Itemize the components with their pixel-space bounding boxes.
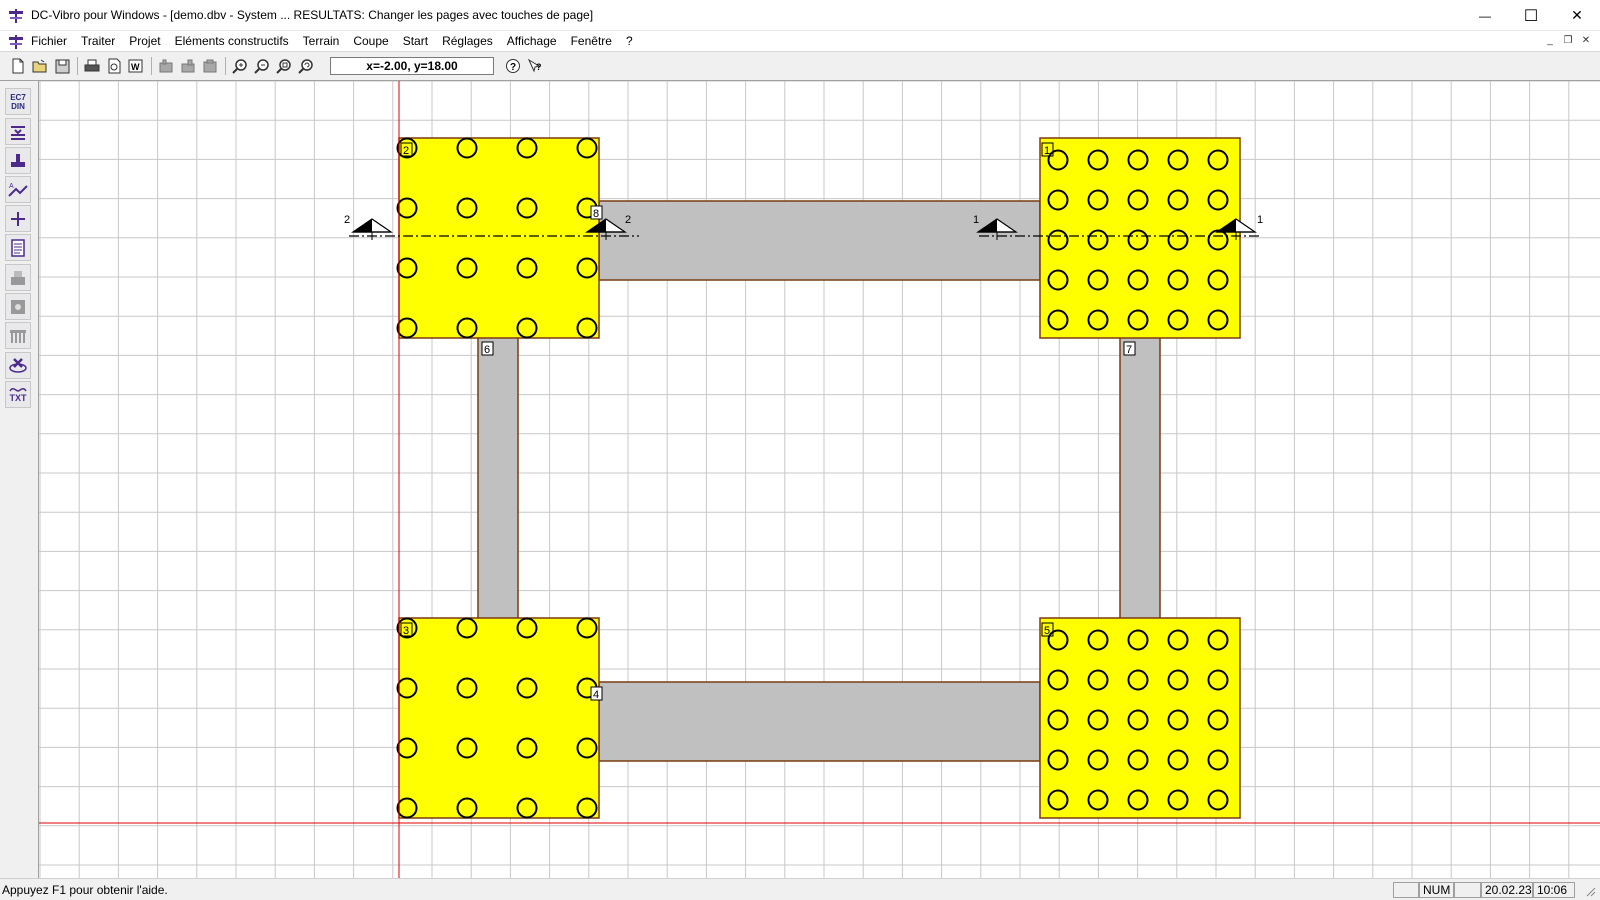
plan-view[interactable]: 1 2 3 5 8 4 6 7 2 2 1 1 (39, 81, 1600, 878)
print-preview-icon[interactable] (104, 57, 124, 75)
pile-grid-icon[interactable] (5, 322, 31, 349)
menu-affichage[interactable]: Affichage (500, 31, 564, 52)
export-word-icon[interactable]: W (126, 57, 146, 75)
section-icon[interactable]: A (5, 176, 31, 203)
document-icon[interactable] (8, 34, 24, 50)
open-file-icon[interactable] (30, 57, 50, 75)
foundation-1[interactable] (1039, 137, 1241, 339)
ec7-label: EC7 (10, 92, 26, 102)
text-tool-button[interactable]: TXT (5, 381, 31, 408)
main-toolbar: W x=-2.00, y=18.00 ? ? (0, 52, 1600, 81)
coordinate-display: x=-2.00, y=18.00 (330, 57, 494, 75)
zoom-in-icon[interactable] (230, 57, 250, 75)
zoom-out-icon[interactable] (252, 57, 272, 75)
section-label-left-2: 2 (344, 214, 350, 226)
beam-8[interactable] (598, 200, 1041, 281)
foundation-2[interactable] (398, 137, 600, 339)
menu-fichier[interactable]: Fichier (24, 31, 74, 52)
section-label-right-2: 2 (625, 214, 631, 226)
beam-7[interactable] (1119, 336, 1161, 624)
title-bar[interactable]: DC-Vibro pour Windows - [demo.dbv - Syst… (0, 0, 1600, 31)
close-button[interactable]: ✕ (1554, 0, 1600, 31)
window-title: DC-Vibro pour Windows - [demo.dbv - Syst… (31, 8, 594, 22)
foundation-label-2: 2 (403, 145, 409, 157)
graphics-icon[interactable] (5, 293, 31, 320)
maximize-button[interactable]: ☐ (1508, 0, 1554, 31)
resize-grip-icon[interactable] (1584, 885, 1596, 897)
foundation-3[interactable] (398, 617, 600, 819)
new-file-icon[interactable] (8, 57, 28, 75)
menu-eléments-constructifs[interactable]: Eléments constructifs (168, 31, 296, 52)
minimize-button[interactable]: — (1462, 0, 1508, 31)
foundation-5[interactable] (1039, 617, 1241, 819)
din-label: DIN (11, 101, 25, 111)
foundation-label-1: 1 (1044, 145, 1050, 157)
beam-label-7: 7 (1126, 344, 1132, 356)
zoom-fit-icon[interactable] (274, 57, 294, 75)
soil-layers-icon[interactable] (5, 118, 31, 145)
beam-label-4: 4 (593, 689, 599, 701)
menu-projet[interactable]: Projet (122, 31, 167, 52)
mdi-minimize-button[interactable]: _ (1542, 34, 1558, 48)
beam-label-6: 6 (484, 344, 490, 356)
menu-réglages[interactable]: Réglages (435, 31, 500, 52)
copy-icon[interactable] (178, 57, 198, 75)
beam-6[interactable] (477, 336, 519, 624)
status-time: 10:06 (1533, 882, 1575, 898)
menu-start[interactable]: Start (396, 31, 435, 52)
mdi-close-button[interactable]: ✕ (1578, 34, 1594, 48)
help-icon[interactable]: ? (503, 57, 523, 75)
beam-label-8: 8 (593, 208, 599, 220)
status-help-text: Appuyez F1 pour obtenir l'aide. (2, 883, 168, 897)
app-icon (9, 9, 23, 23)
mdi-restore-button[interactable]: ❐ (1560, 34, 1576, 48)
foundation-label-5: 5 (1044, 625, 1050, 637)
svg-text:?: ? (510, 62, 516, 73)
status-blank-panel-2 (1454, 882, 1481, 898)
section-label-right-1: 1 (1257, 214, 1263, 226)
menu-traiter[interactable]: Traiter (74, 31, 122, 52)
status-blank-panel (1393, 882, 1419, 898)
minimize-icon: — (1479, 8, 1491, 23)
menu-help[interactable]: ? (619, 31, 640, 52)
status-bar: Appuyez F1 pour obtenir l'aide. NUM 20.0… (0, 878, 1600, 900)
dimension-icon[interactable] (5, 205, 31, 232)
status-date: 20.02.23 (1481, 882, 1533, 898)
txt-label: TXT (9, 393, 27, 403)
delete-element-icon[interactable] (5, 352, 31, 379)
maximize-icon: ☐ (1523, 7, 1539, 25)
context-help-icon[interactable]: ? (525, 57, 545, 75)
ec7-din-button[interactable]: EC7 DIN (5, 88, 31, 115)
menu-fen-tre[interactable]: Fenêtre (564, 31, 619, 52)
foundation-label-3: 3 (403, 625, 409, 637)
zoom-previous-icon[interactable] (296, 57, 316, 75)
section-label-left-1: 1 (973, 214, 979, 226)
paste-icon[interactable] (200, 57, 220, 75)
menu-coupe[interactable]: Coupe (346, 31, 395, 52)
num-lock-indicator: NUM (1419, 882, 1454, 898)
close-icon: ✕ (1571, 7, 1583, 23)
drawing-canvas[interactable]: 1 2 3 5 8 4 6 7 2 2 1 1 (39, 81, 1600, 878)
report-icon[interactable] (5, 234, 31, 261)
svg-text:W: W (131, 62, 140, 72)
cut-icon[interactable] (156, 57, 176, 75)
print-results-icon[interactable] (5, 264, 31, 291)
save-icon[interactable] (52, 57, 72, 75)
left-toolbar: EC7 DIN A TXT (0, 81, 39, 878)
svg-text:?: ? (536, 62, 542, 72)
menu-terrain[interactable]: Terrain (296, 31, 347, 52)
menu-bar: Fichier Traiter Projet Eléments constructif… (0, 31, 1600, 52)
print-icon[interactable] (82, 57, 102, 75)
beam-4[interactable] (598, 681, 1041, 762)
foundation-icon[interactable] (5, 147, 31, 174)
svg-text:A: A (9, 183, 14, 190)
